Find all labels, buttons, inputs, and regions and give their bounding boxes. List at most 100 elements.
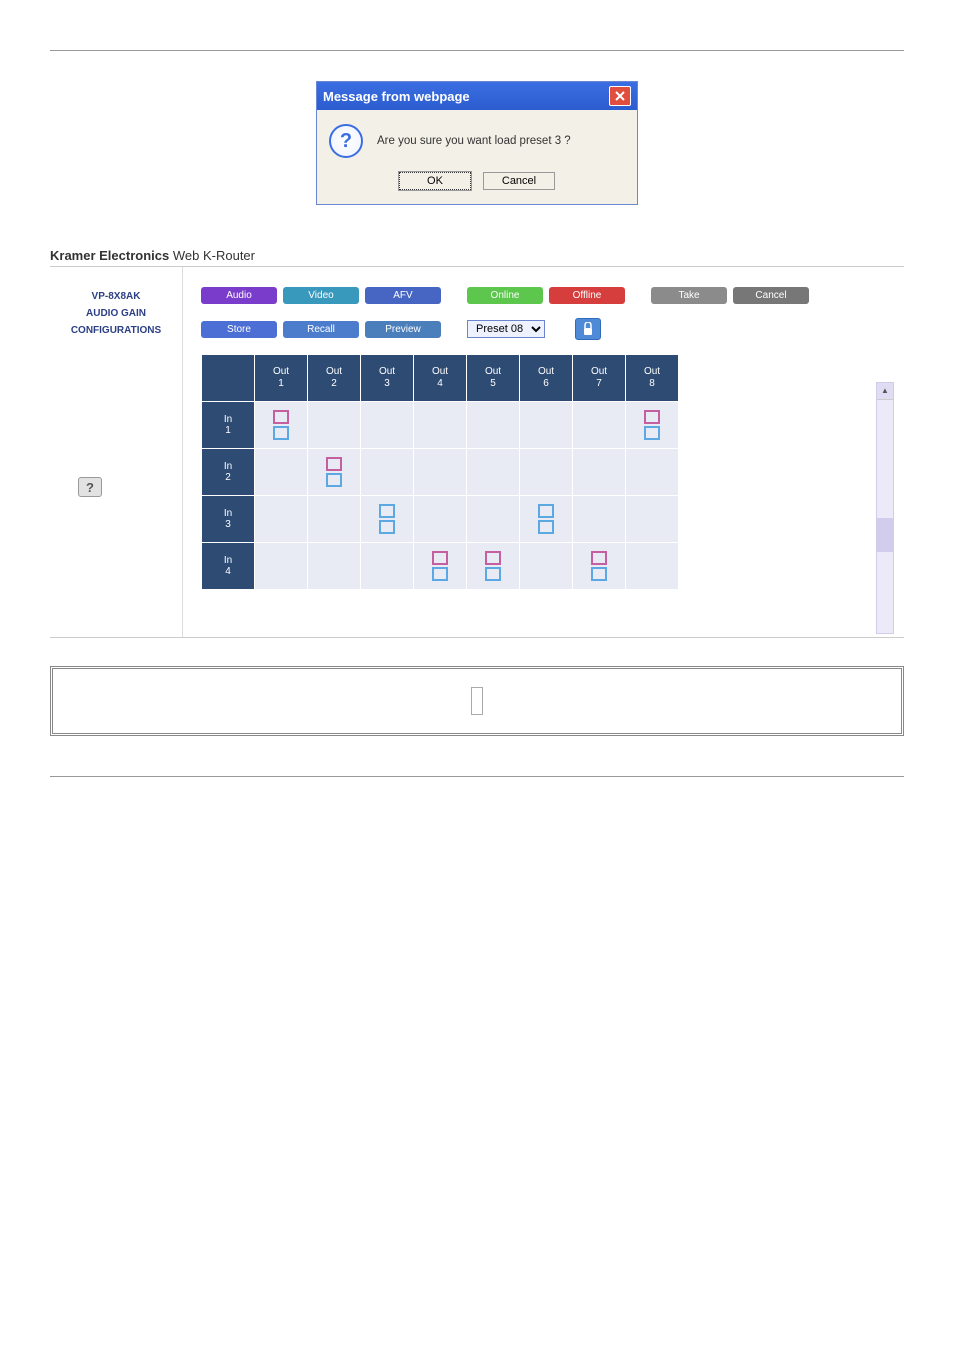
brand-label: Kramer Electronics xyxy=(50,248,169,263)
crosspoint-4-8[interactable] xyxy=(626,543,679,590)
sidebar-item-configurations[interactable]: CONFIGURATIONS xyxy=(56,325,176,336)
router-title: Kramer Electronics Web K-Router xyxy=(50,245,904,267)
crosspoint-3-4[interactable] xyxy=(414,496,467,543)
offline-button[interactable]: Offline xyxy=(549,287,625,304)
crosspoint-4-4[interactable] xyxy=(414,543,467,590)
crosspoint-4-3[interactable] xyxy=(361,543,414,590)
close-icon[interactable] xyxy=(609,86,631,106)
crosspoint-icon xyxy=(273,410,289,440)
crosspoint-2-7[interactable] xyxy=(573,449,626,496)
crosspoint-3-5[interactable] xyxy=(467,496,520,543)
video-button[interactable]: Video xyxy=(283,287,359,304)
col-out-2: Out2 xyxy=(308,355,361,402)
row-in-3: In3 xyxy=(202,496,255,543)
router-body: VP-8X8AK AUDIO GAIN CONFIGURATIONS ? Aud… xyxy=(50,267,904,637)
crosspoint-icon xyxy=(432,551,448,581)
crosspoint-2-3[interactable] xyxy=(361,449,414,496)
help-button[interactable]: ? xyxy=(78,477,102,497)
ok-button[interactable]: OK xyxy=(399,172,471,190)
crosspoint-1-5[interactable] xyxy=(467,402,520,449)
matrix-row: In2 xyxy=(202,449,679,496)
preset-select[interactable]: Preset 08 xyxy=(467,320,545,338)
crosspoint-1-4[interactable] xyxy=(414,402,467,449)
crosspoint-3-2[interactable] xyxy=(308,496,361,543)
dialog-body: ? Are you sure you want load preset 3 ? xyxy=(317,110,637,166)
crosspoint-2-8[interactable] xyxy=(626,449,679,496)
crosspoint-4-5[interactable] xyxy=(467,543,520,590)
question-icon: ? xyxy=(329,124,363,158)
matrix-corner xyxy=(202,355,255,402)
crosspoint-3-7[interactable] xyxy=(573,496,626,543)
crosspoint-icon xyxy=(591,551,607,581)
lock-icon xyxy=(582,322,594,336)
col-out-7: Out7 xyxy=(573,355,626,402)
lock-button[interactable] xyxy=(575,318,601,340)
matrix-wrap: Out1 Out2 Out3 Out4 Out5 Out6 Out7 Out8 … xyxy=(201,354,904,590)
online-button[interactable]: Online xyxy=(467,287,543,304)
second-button-row: Store Recall Preview Preset 08 xyxy=(201,318,904,340)
crosspoint-2-1[interactable] xyxy=(255,449,308,496)
crosspoint-1-3[interactable] xyxy=(361,402,414,449)
cancel-button[interactable]: Cancel xyxy=(483,172,555,190)
preview-button[interactable]: Preview xyxy=(365,321,441,338)
crosspoint-1-1[interactable] xyxy=(255,402,308,449)
router-screenshot: Kramer Electronics Web K-Router VP-8X8AK… xyxy=(50,245,904,638)
crosspoint-4-1[interactable] xyxy=(255,543,308,590)
cancel-button-router[interactable]: Cancel xyxy=(733,287,809,304)
col-out-1: Out1 xyxy=(255,355,308,402)
crosspoint-2-2[interactable] xyxy=(308,449,361,496)
col-out-6: Out6 xyxy=(520,355,573,402)
crosspoint-1-7[interactable] xyxy=(573,402,626,449)
row-in-1: In1 xyxy=(202,402,255,449)
crosspoint-icon xyxy=(538,504,554,534)
row-in-4: In4 xyxy=(202,543,255,590)
crosspoint-3-1[interactable] xyxy=(255,496,308,543)
crosspoint-3-8[interactable] xyxy=(626,496,679,543)
crosspoint-4-7[interactable] xyxy=(573,543,626,590)
top-button-row: Audio Video AFV Online Offline Take Canc… xyxy=(201,287,904,304)
crosspoint-2-5[interactable] xyxy=(467,449,520,496)
take-button[interactable]: Take xyxy=(651,287,727,304)
dialog-footer: OK Cancel xyxy=(317,166,637,204)
dialog-title: Message from webpage xyxy=(323,89,609,104)
crosspoint-2-4[interactable] xyxy=(414,449,467,496)
sidebar-item-audio-gain[interactable]: AUDIO GAIN xyxy=(56,308,176,319)
scrollbar[interactable]: ▲ xyxy=(876,382,894,634)
note-box xyxy=(50,666,904,736)
recall-button[interactable]: Recall xyxy=(283,321,359,338)
crosspoint-icon xyxy=(326,457,342,487)
crosspoint-matrix: Out1 Out2 Out3 Out4 Out5 Out6 Out7 Out8 … xyxy=(201,354,679,590)
matrix-row: In3 xyxy=(202,496,679,543)
crosspoint-1-2[interactable] xyxy=(308,402,361,449)
product-label: Web K-Router xyxy=(173,248,255,263)
crosspoint-4-2[interactable] xyxy=(308,543,361,590)
col-out-8: Out8 xyxy=(626,355,679,402)
scroll-up-arrow[interactable]: ▲ xyxy=(877,383,893,400)
matrix-header-row: Out1 Out2 Out3 Out4 Out5 Out6 Out7 Out8 xyxy=(202,355,679,402)
bottom-rule xyxy=(50,776,904,777)
top-rule xyxy=(50,50,904,51)
crosspoint-1-6[interactable] xyxy=(520,402,573,449)
main-panel: Audio Video AFV Online Offline Take Canc… xyxy=(183,267,904,637)
matrix-row: In4 xyxy=(202,543,679,590)
row-in-2: In2 xyxy=(202,449,255,496)
sidebar-item-model[interactable]: VP-8X8AK xyxy=(56,291,176,302)
col-out-4: Out4 xyxy=(414,355,467,402)
message-dialog: Message from webpage ? Are you sure you … xyxy=(316,81,638,205)
crosspoint-3-6[interactable] xyxy=(520,496,573,543)
matrix-row: In1 xyxy=(202,402,679,449)
crosspoint-icon xyxy=(485,551,501,581)
col-out-3: Out3 xyxy=(361,355,414,402)
store-button[interactable]: Store xyxy=(201,321,277,338)
afv-button[interactable]: AFV xyxy=(365,287,441,304)
col-out-5: Out5 xyxy=(467,355,520,402)
crosspoint-3-3[interactable] xyxy=(361,496,414,543)
crosspoint-1-8[interactable] xyxy=(626,402,679,449)
scroll-thumb[interactable] xyxy=(877,518,893,552)
crosspoint-4-6[interactable] xyxy=(520,543,573,590)
dialog-wrap: Message from webpage ? Are you sure you … xyxy=(50,81,904,205)
note-divider xyxy=(471,687,483,715)
audio-button[interactable]: Audio xyxy=(201,287,277,304)
crosspoint-2-6[interactable] xyxy=(520,449,573,496)
dialog-message: Are you sure you want load preset 3 ? xyxy=(377,135,571,147)
